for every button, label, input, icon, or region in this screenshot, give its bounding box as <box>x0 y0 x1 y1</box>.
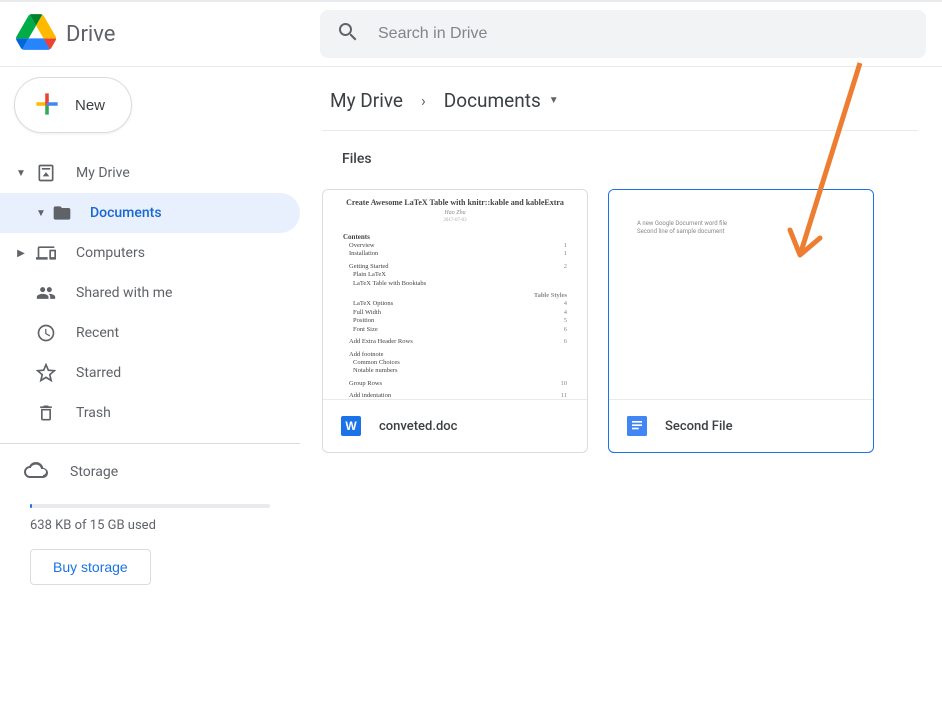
sidebar-item-documents[interactable]: ▼ Documents <box>0 193 300 233</box>
breadcrumb-root[interactable]: My Drive <box>322 85 411 116</box>
preview-title: Create Awesome LaTeX Table with knitr::k… <box>343 198 567 208</box>
body: New ▼ My Drive ▼ Documents ▶ <box>0 66 942 713</box>
search-input[interactable] <box>378 25 910 43</box>
storage-row[interactable]: Storage <box>24 458 276 486</box>
sidebar-item-trash[interactable]: ▶ Trash <box>0 393 290 433</box>
sidebar-item-starred[interactable]: ▶ Starred <box>0 353 290 393</box>
header: Drive <box>0 2 942 66</box>
main-content: My Drive › Documents ▼ Files Create Awes… <box>300 67 942 713</box>
nav: ▼ My Drive ▼ Documents ▶ Computers <box>0 153 300 433</box>
logo-area[interactable]: Drive <box>16 12 320 56</box>
sidebar-item-recent[interactable]: ▶ Recent <box>0 313 290 353</box>
divider <box>322 130 918 131</box>
trash-icon <box>34 401 58 425</box>
file-card[interactable]: Create Awesome LaTeX Table with knitr::k… <box>322 189 588 453</box>
sidebar: New ▼ My Drive ▼ Documents ▶ <box>0 67 300 713</box>
file-thumbnail: A new Google Document word file Second l… <box>609 190 873 400</box>
shared-icon <box>34 281 58 305</box>
caret-down-icon[interactable]: ▼ <box>34 208 48 219</box>
preview-author: Hao Zhu <box>343 210 567 218</box>
file-card-footer: W conveted.doc <box>323 400 587 452</box>
caret-down-icon[interactable]: ▼ <box>14 168 28 179</box>
buy-storage-button[interactable]: Buy storage <box>30 549 151 585</box>
my-drive-icon <box>34 161 58 185</box>
new-button[interactable]: New <box>14 77 132 133</box>
breadcrumb: My Drive › Documents ▼ <box>322 85 918 116</box>
new-button-label: New <box>75 97 105 114</box>
file-name: Second File <box>665 419 733 434</box>
star-icon <box>34 361 58 385</box>
divider <box>0 443 300 444</box>
recent-icon <box>34 321 58 345</box>
search-wrap <box>320 10 942 58</box>
storage-bar <box>30 504 270 508</box>
preview-date: 2017-07-03 <box>343 218 567 225</box>
sidebar-item-computers[interactable]: ▶ Computers <box>0 233 290 273</box>
sidebar-item-label: My Drive <box>76 165 130 181</box>
file-thumbnail: Create Awesome LaTeX Table with knitr::k… <box>323 190 587 400</box>
sidebar-item-label: Recent <box>76 325 119 341</box>
folder-icon <box>50 201 74 225</box>
search-box[interactable] <box>320 10 926 58</box>
app-title: Drive <box>66 22 115 47</box>
dropdown-icon: ▼ <box>549 95 559 106</box>
sidebar-item-label: Starred <box>76 365 121 381</box>
cloud-icon <box>24 458 48 486</box>
breadcrumb-current[interactable]: Documents ▼ <box>436 85 567 116</box>
word-file-icon: W <box>341 416 361 436</box>
breadcrumb-current-label: Documents <box>444 89 541 112</box>
storage-label: Storage <box>70 464 118 480</box>
sidebar-item-label: Computers <box>76 245 145 261</box>
search-icon <box>336 20 360 48</box>
google-doc-icon <box>627 416 647 436</box>
file-card[interactable]: A new Google Document word file Second l… <box>608 189 874 453</box>
storage-usage-text: 638 KB of 15 GB used <box>30 518 270 533</box>
file-name: conveted.doc <box>379 419 457 434</box>
storage-bar-fill <box>30 504 32 508</box>
sidebar-item-label: Documents <box>90 205 162 221</box>
caret-right-icon[interactable]: ▶ <box>14 248 28 259</box>
drive-logo-icon <box>16 12 56 56</box>
chevron-right-icon: › <box>415 91 432 110</box>
plus-icon <box>31 88 63 123</box>
sidebar-item-label: Shared with me <box>76 285 172 301</box>
computers-icon <box>34 241 58 265</box>
sidebar-item-my-drive[interactable]: ▼ My Drive <box>0 153 290 193</box>
sidebar-item-shared[interactable]: ▶ Shared with me <box>0 273 290 313</box>
file-grid: Create Awesome LaTeX Table with knitr::k… <box>322 189 918 453</box>
storage-section: Storage 638 KB of 15 GB used Buy storage <box>0 458 300 585</box>
section-label: Files <box>342 151 918 167</box>
file-card-footer: Second File <box>609 400 873 452</box>
sidebar-item-label: Trash <box>76 405 111 421</box>
